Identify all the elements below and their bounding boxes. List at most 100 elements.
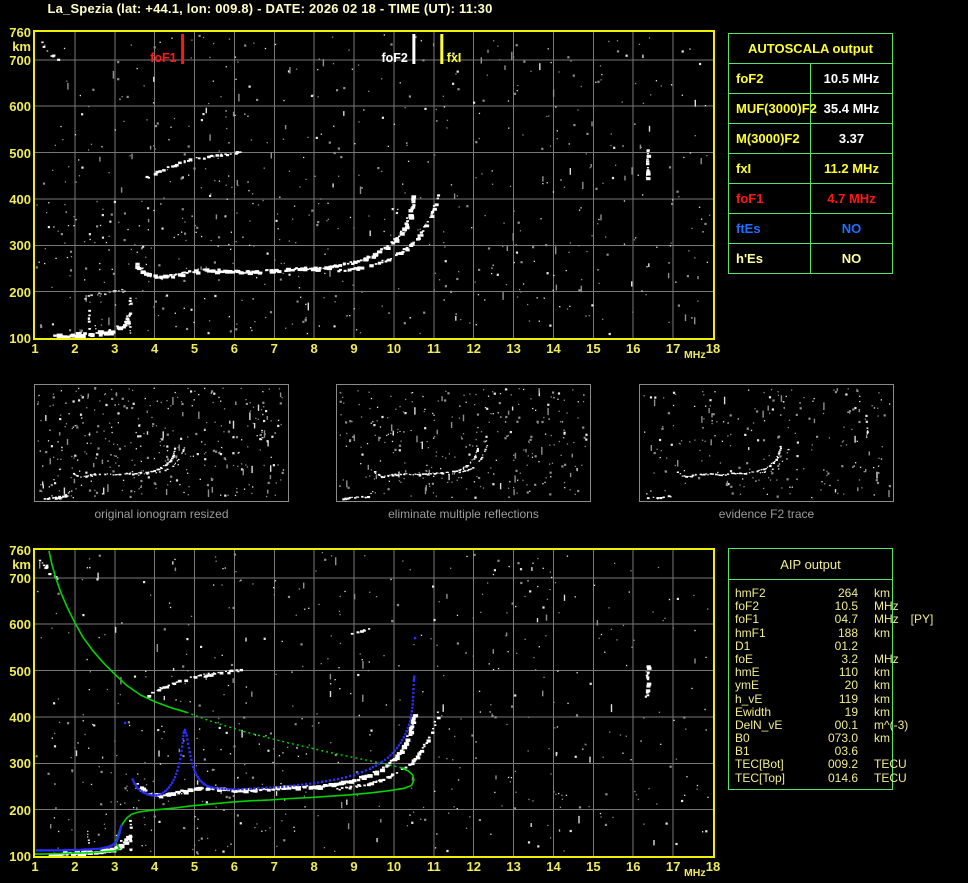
x-tick-label: 13	[506, 859, 521, 874]
aip-row-label: hmE	[735, 665, 760, 680]
x-tick-label: 5	[190, 341, 199, 356]
aip-row-label: foF1	[735, 612, 760, 627]
x-tick-label: 3	[111, 859, 119, 874]
aip-row-value: 014.6	[827, 770, 858, 785]
thumbnail-original-canvas	[37, 387, 285, 500]
aip-row-value: 20	[844, 678, 858, 693]
x-tick-label: 7	[270, 859, 278, 874]
y-tick-label: 600	[9, 99, 31, 115]
thumbnail-caption: evidence F2 trace	[718, 507, 815, 521]
aip-row-value: 188	[837, 625, 858, 640]
autoscala-row-value: 3.37	[810, 123, 893, 154]
autoscala-row: MUF(3000)F2 35.4 MHz	[728, 93, 893, 124]
autoscala-row-value: 4.7 MHz	[810, 183, 893, 214]
aip-row-label: hmF1	[735, 625, 766, 640]
aip-row-value: 110	[838, 665, 858, 680]
x-tick-label: 8	[310, 341, 318, 356]
aip-row-unit: km	[874, 704, 890, 719]
autoscala-row-label: MUF(3000)F2	[728, 93, 817, 124]
aip-row: h_vE 119 km	[729, 692, 892, 706]
thumbnail-trace-layer	[646, 427, 869, 500]
thumbnail-noise-layer	[339, 388, 588, 499]
x-tick-label: 11	[426, 859, 441, 874]
aip-row-unit: MHz	[874, 599, 899, 614]
aip-row-value: 04.7	[834, 612, 858, 627]
x-tick-label: 15	[586, 341, 601, 356]
aip-row: D1 01.2	[729, 638, 892, 653]
x-tick-label: 13	[506, 341, 521, 356]
thumbnail-evidence-f2	[639, 384, 894, 502]
autoscala-row-label: M(3000)F2	[728, 123, 811, 154]
aip-row-unit: TECU	[874, 770, 907, 785]
fxi-marker-line	[440, 34, 444, 64]
aip-row-value: 3.2	[841, 651, 858, 666]
x-tick-label: 1	[31, 341, 39, 356]
x-tick-label: 12	[466, 859, 481, 874]
fof1-marker-label: foF1	[150, 51, 176, 65]
aip-row-unit: km	[874, 678, 890, 693]
y-tick-label: 600	[9, 617, 31, 633]
x-tick-label: 14	[546, 341, 561, 356]
fxi-marker-label: fxI	[447, 51, 462, 65]
aip-row-label: B1	[735, 744, 750, 759]
top-ionogram-plot: foF1 foF2 fxI	[33, 30, 715, 340]
aip-row: Ewidth 19 km	[729, 704, 892, 719]
aip-row-value: 009.2	[827, 757, 858, 772]
fof2-marker-line	[412, 34, 416, 64]
x-tick-label: 6	[230, 859, 239, 874]
autoscala-row-label: fxI	[728, 153, 811, 184]
thumbnail-caption: eliminate multiple reflections	[388, 507, 539, 521]
y-tick-label: 500	[9, 663, 31, 679]
aip-row-value: 10.5	[834, 599, 858, 614]
x-tick-label: 5	[190, 859, 199, 874]
y-tick-label: 760	[9, 543, 31, 558]
aip-row-unit: MHz	[874, 612, 899, 627]
aip-row-unit: MHz	[874, 651, 899, 666]
bottom-ionogram-canvas	[35, 550, 713, 856]
autoscala-row: foF2 10.5 MHz	[728, 63, 893, 94]
x-tick-label: 9	[350, 341, 358, 356]
x-tick-label: 16	[626, 859, 641, 874]
aip-row-label: B0	[735, 731, 750, 746]
autoscala-row-value: 10.5 MHz	[810, 63, 893, 94]
top-ionogram-canvas: foF1 foF2 fxI	[35, 32, 713, 338]
echo-trace-layer	[38, 559, 652, 856]
aip-row-value: 01.2	[834, 638, 858, 653]
y-tick-label: 700	[9, 570, 31, 586]
x-tick-label: 3	[111, 341, 119, 356]
x-tick-label: 1	[31, 859, 39, 874]
x-tick-label: 15	[586, 859, 601, 874]
fof1-marker-line	[181, 34, 185, 64]
autoscala-table-title: AUTOSCALA output	[728, 33, 893, 64]
autoscala-row-label: foF1	[728, 183, 811, 214]
y-tick-label: 700	[9, 52, 31, 68]
y-tick-label: 300	[9, 238, 31, 254]
autoscala-screen: { "title": "La_Spezia (lat: +44.1, lon: …	[0, 0, 968, 883]
autoscala-row: M(3000)F2 3.37	[728, 123, 893, 154]
thumbnail-eliminate-canvas	[339, 388, 588, 501]
aip-row-label: D1	[735, 638, 751, 653]
aip-row-label: foF2	[735, 599, 760, 614]
aip-row: ymE 20 km	[729, 679, 892, 692]
x-tick-label: 12	[466, 341, 481, 356]
aip-row-unit: km	[874, 731, 890, 746]
aip-row-value: 00.1	[834, 717, 858, 732]
aip-row-label: TEC[Bot]	[735, 757, 784, 772]
aip-row-label: Ewidth	[735, 704, 772, 719]
aip-row-unit: m^(-3)	[874, 717, 909, 732]
aip-row-label: foE	[735, 651, 754, 666]
x-tick-label: 6	[230, 341, 239, 356]
noise-layer	[35, 34, 711, 336]
restored-trace-layer	[35, 636, 417, 852]
aip-row-label: DelN_vE	[735, 717, 783, 732]
y-tick-label: 760	[9, 25, 31, 40]
aip-row-label: hmF2	[735, 586, 766, 600]
x-tick-label: 9	[350, 859, 358, 874]
autoscala-row-value: 35.4 MHz	[810, 93, 893, 124]
x-tick-label: 4	[151, 341, 159, 356]
thumbnail-trace-layer	[342, 429, 566, 501]
aip-row-unit: km	[874, 625, 890, 640]
profile-layer	[35, 550, 415, 855]
thumbnail-noise-layer	[643, 388, 891, 499]
aip-row: B0 073.0 km	[729, 732, 892, 745]
